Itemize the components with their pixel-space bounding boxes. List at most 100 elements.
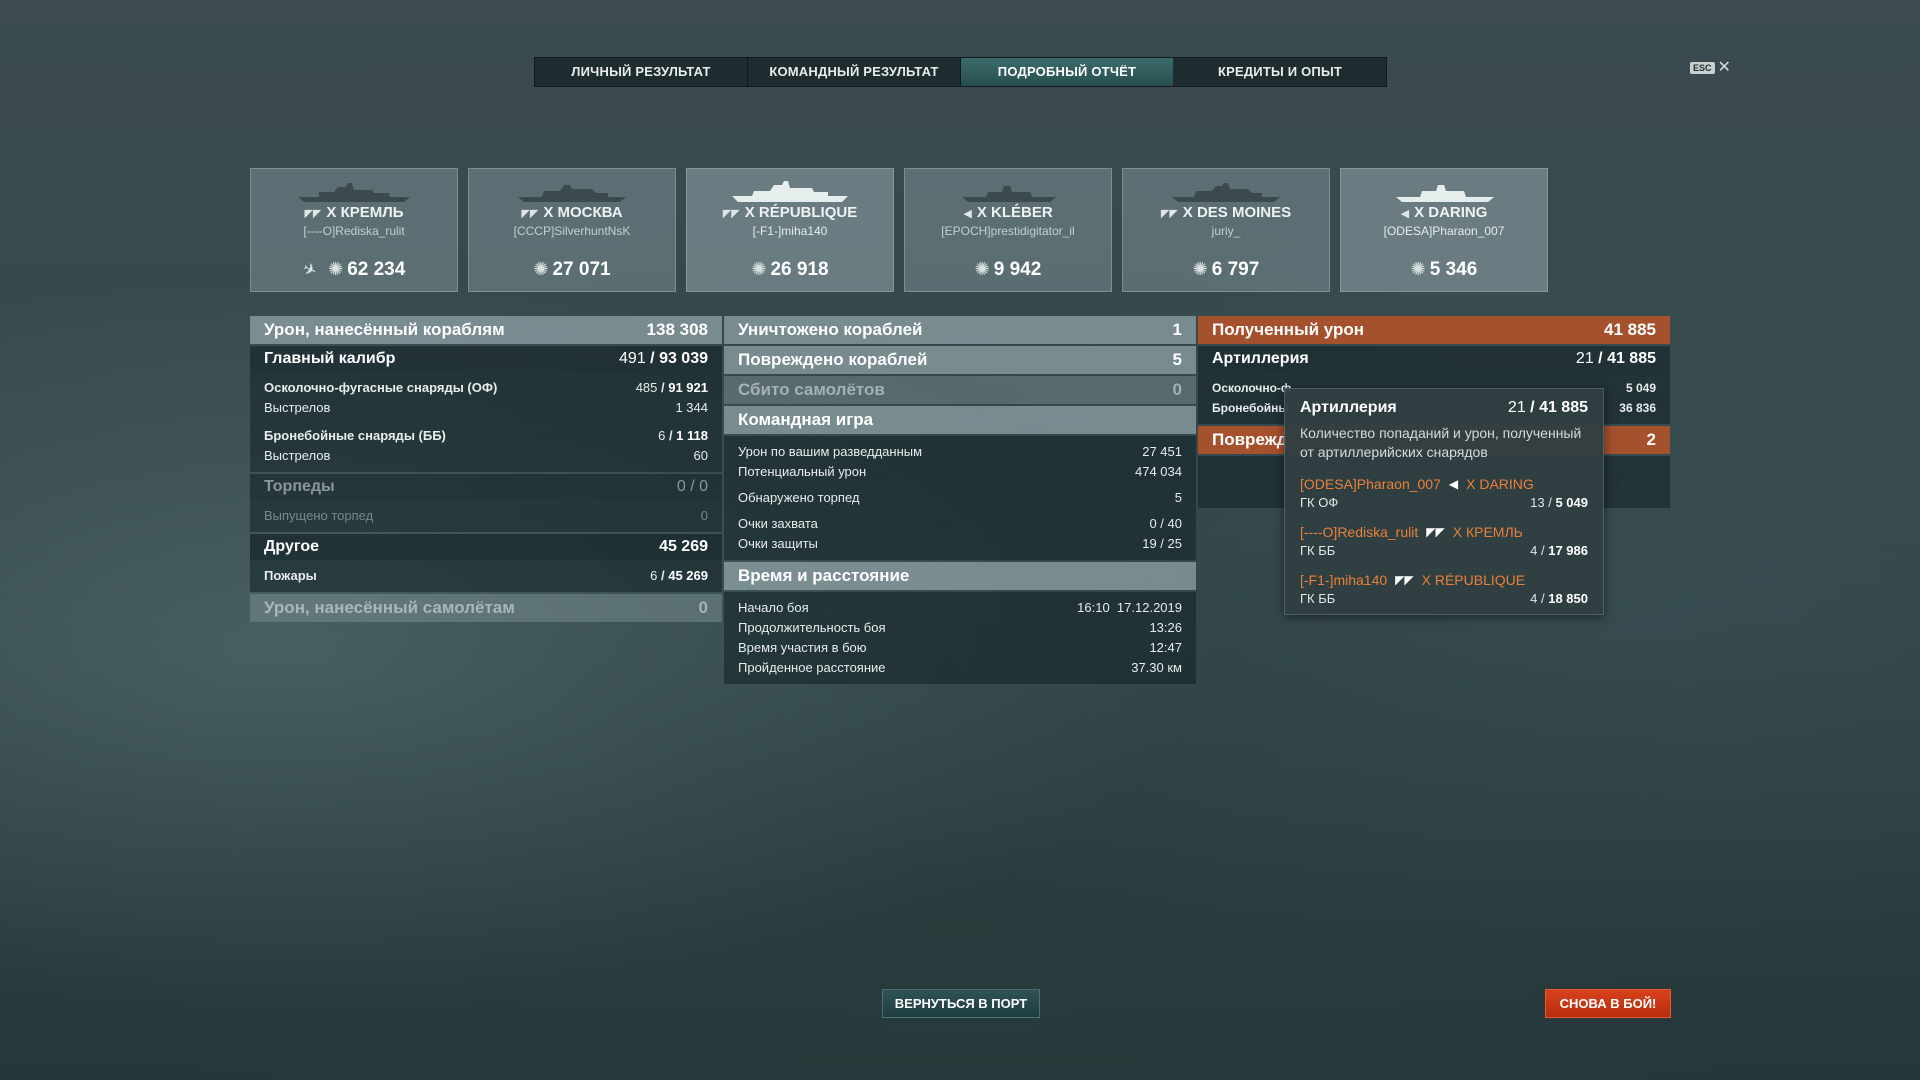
tab-detailed-report[interactable]: ПОДРОБНЫЙ ОТЧЁТ xyxy=(961,58,1174,86)
destroyed-header[interactable]: Уничтожено кораблей 1 xyxy=(724,316,1196,344)
received-damage-header[interactable]: Полученный урон 41 885 xyxy=(1198,316,1670,344)
artillery-dmg: 41 885 xyxy=(1607,350,1656,367)
tooltip-entry: [----O]Rediska_rulit ◤◤ X КРЕМЛЬ ГК ББ 4 / … xyxy=(1300,524,1588,558)
tooltip-entry-value: 4 / 17 986 xyxy=(1530,543,1588,558)
participation-time-label: Время участия в бою xyxy=(738,640,867,655)
tooltip-title-label: Артиллерия xyxy=(1300,399,1397,416)
planes-header[interactable]: Сбито самолётов 0 xyxy=(724,376,1196,404)
plane-icon: ✈ xyxy=(299,259,319,281)
tab-team-result[interactable]: КОМАНДНЫЙ РЕЗУЛЬТАТ xyxy=(748,58,961,86)
damage-ships-label: Урон, нанесённый кораблям xyxy=(264,320,505,339)
fires-row[interactable]: Пожары 6 / 45 269 xyxy=(264,566,708,586)
damage-ships-header[interactable]: Урон, нанесённый кораблям 138 308 xyxy=(250,316,722,344)
tab-credits-xp[interactable]: КРЕДИТЫ И ОПЫТ xyxy=(1174,58,1386,86)
ship-name-label: X DARING xyxy=(1414,204,1488,221)
he-shots-value: 1 344 xyxy=(675,400,708,415)
destroyer-icon: ◀ xyxy=(963,208,972,220)
destroyer-icon: ◀ xyxy=(1400,208,1410,220)
time-distance-details: Начало боя 16:10 17.12.2019 Продолжительн… xyxy=(724,592,1196,684)
received-he-value: 5 049 xyxy=(1625,381,1656,395)
time-distance-label: Время и расстояние xyxy=(738,566,910,585)
tooltip-description: Количество попаданий и урон, полученный … xyxy=(1300,425,1582,460)
destroyed-label: Уничтожено кораблей xyxy=(738,320,923,339)
ap-hits: 6 xyxy=(658,428,666,443)
defense-points-row: Очки защиты 19 / 25 xyxy=(738,534,1182,554)
ship-damage: ✺ 5 346 xyxy=(1341,259,1547,281)
he-hits: 485 xyxy=(635,380,658,395)
other-details: Пожары 6 / 45 269 xyxy=(250,560,722,592)
close-button[interactable]: ESC ✕ xyxy=(1690,60,1731,76)
damage-planes-label: Урон, нанесённый самолётам xyxy=(264,598,515,617)
tooltip-title-value: 21 / 41 885 xyxy=(1507,399,1588,416)
battleship-icon: ◤◤ xyxy=(1426,525,1445,539)
ship-name: ◀ X KLÉBER xyxy=(905,204,1111,221)
ship-damage: ✺ 9 942 xyxy=(905,259,1111,281)
ship-silhouette-icon xyxy=(962,186,1056,202)
tooltip-entry-player: [ODESA]Pharaon_007 xyxy=(1300,476,1441,492)
artillery-hits: 21 xyxy=(1575,350,1594,367)
participation-time-value: 12:47 xyxy=(1149,640,1182,655)
ship-name-label: X МОСКВА xyxy=(543,204,623,221)
artillery-header[interactable]: Артиллерия 21 / 41 885 xyxy=(1198,346,1670,372)
tooltip-entry-source: [----O]Rediska_rulit ◤◤ X КРЕМЛЬ xyxy=(1300,524,1588,540)
tooltip-hits: 21 xyxy=(1507,399,1526,416)
ship-card[interactable]: ◤◤ X DES MOINES juriy_ ✺ 6 797 xyxy=(1122,168,1330,292)
battle-again-button[interactable]: СНОВА В БОЙ! xyxy=(1545,989,1671,1018)
ship-damage-value: 9 942 xyxy=(993,259,1042,280)
tooltip-entry-player: [----O]Rediska_rulit xyxy=(1300,524,1419,540)
main-caliber-header[interactable]: Главный калибр 491 / 93 039 xyxy=(250,346,722,372)
return-to-port-button[interactable]: ВЕРНУТЬСЯ В ПОРТ xyxy=(882,989,1040,1018)
received-damage-label: Полученный урон xyxy=(1212,320,1365,339)
ship-damage-value: 26 918 xyxy=(770,259,829,280)
tooltip-entry-source: [ODESA]Pharaon_007 ◀ X DARING xyxy=(1300,476,1588,492)
damaged-header[interactable]: Повреждено кораблей 5 xyxy=(724,346,1196,374)
ship-damage: ✺ 6 797 xyxy=(1123,259,1329,281)
battle-start-label: Начало боя xyxy=(738,600,809,615)
ship-card[interactable]: ◤◤ X RÉPUBLIQUE [-F1-]miha140 ✺ 26 918 xyxy=(686,168,894,292)
torpedoes-details: Выпущено торпед 0 xyxy=(250,500,722,532)
ship-damage: ✈ ✺ 62 234 xyxy=(251,259,457,281)
ship-card[interactable]: ◤◤ X МОСКВА [CCCP]SilverhuntNsK ✺ 27 071 xyxy=(468,168,676,292)
main-caliber-value: 491 / 93 039 xyxy=(619,350,708,367)
ap-shells-row[interactable]: Бронебойные снаряды (ББ) 6 / 1 118 xyxy=(264,426,708,446)
ap-shots-label: Выстрелов xyxy=(264,448,331,463)
he-shots-row: Выстрелов 1 344 xyxy=(264,398,708,418)
distance-row: Пройденное расстояние 37.30 км xyxy=(738,658,1182,678)
torpedoes-spotted-label: Обнаружено торпед xyxy=(738,490,860,505)
tooltip-entry-dmg: 5 049 xyxy=(1555,495,1588,510)
artillery-tooltip: Артиллерия 21 / 41 885 Количество попада… xyxy=(1284,388,1604,615)
other-header[interactable]: Другое 45 269 xyxy=(250,534,722,560)
tooltip-entry-dmg: 18 850 xyxy=(1548,591,1588,606)
torpedoes-launched-label: Выпущено торпед xyxy=(264,508,374,523)
tab-bar: ЛИЧНЫЙ РЕЗУЛЬТАТ КОМАНДНЫЙ РЕЗУЛЬТАТ ПОД… xyxy=(534,57,1387,87)
tooltip-entry-stats: ГК ОФ 13 / 5 049 xyxy=(1300,495,1588,510)
ship-card[interactable]: ◤◤ X КРЕМЛЬ [----O]Rediska_rulit ✈ ✺ 62 234 xyxy=(250,168,458,292)
tooltip-entry-player: [-F1-]miha140 xyxy=(1300,572,1388,588)
ship-silhouette-icon xyxy=(732,181,848,202)
he-shells-row[interactable]: Осколочно-фугасные снаряды (ОФ) 485 / 91… xyxy=(264,378,708,398)
fires-value: 6 / 45 269 xyxy=(650,568,708,583)
tooltip-entry: [-F1-]miha140 ◤◤ X RÉPUBLIQUE ГК ББ 4 / 18 … xyxy=(1300,572,1588,606)
damage-planes-value: 0 xyxy=(698,598,708,617)
ship-player: [ODESA]Pharaon_007 xyxy=(1383,224,1505,238)
tooltip-entry-ship: X DARING xyxy=(1466,476,1534,492)
damage-icon: ✺ xyxy=(1410,259,1426,279)
damage-planes-header[interactable]: Урон, нанесённый самолётам 0 xyxy=(250,594,722,622)
tooltip-entry-value: 4 / 18 850 xyxy=(1530,591,1588,606)
tab-personal-result[interactable]: ЛИЧНЫЙ РЕЗУЛЬТАТ xyxy=(535,58,748,86)
ship-card[interactable]: ◀ X KLÉBER [EPOCH]prestidigitator_il ✺ 9 9… xyxy=(904,168,1112,292)
capture-points-value: 0 / 40 xyxy=(1149,516,1182,531)
damage-icon: ✺ xyxy=(751,259,767,279)
he-dmg: 91 921 xyxy=(668,380,708,395)
he-shots-label: Выстрелов xyxy=(264,400,331,415)
tooltip-entry-type: ГК ОФ xyxy=(1300,495,1339,510)
ap-dmg: 1 118 xyxy=(676,428,708,443)
battleship-icon: ◤◤ xyxy=(304,208,322,220)
tooltip-title: Артиллерия 21 / 41 885 xyxy=(1300,399,1588,417)
ship-damage: ✺ 27 071 xyxy=(469,259,675,281)
distance-label: Пройденное расстояние xyxy=(738,660,886,675)
ship-silhouette-icon xyxy=(1172,183,1280,202)
ship-damage: ✺ 26 918 xyxy=(687,259,893,281)
torpedoes-header[interactable]: Торпеды 0 / 0 xyxy=(250,474,722,500)
ship-card[interactable]: ◀ X DARING [ODESA]Pharaon_007 ✺ 5 346 xyxy=(1340,168,1548,292)
